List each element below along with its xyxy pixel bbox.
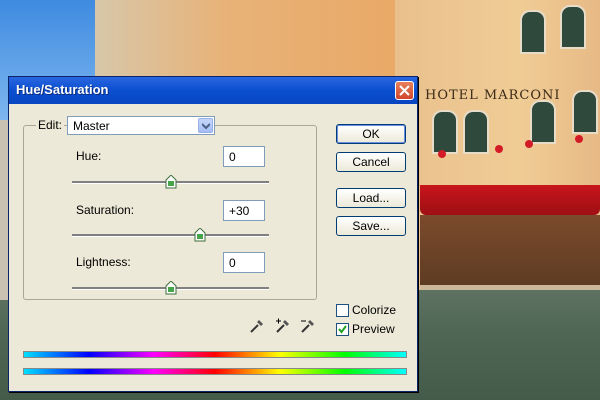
title-bar[interactable]: Hue/Saturation [9,77,417,104]
hue-saturation-dialog: Hue/Saturation Edit: Master Hue: 0 Satur… [8,76,418,392]
eyedropper-icon[interactable] [249,318,265,334]
input-color-spectrum [23,351,407,358]
checkmark-icon [338,325,347,334]
load-button[interactable]: Load... [336,188,406,208]
dropdown-arrow[interactable] [198,118,213,133]
hue-input[interactable]: 0 [223,146,265,167]
red-awning [420,185,600,215]
close-icon [399,85,410,96]
saturation-input[interactable]: +30 [223,200,265,221]
preview-checkbox[interactable] [336,323,349,336]
building-window [432,110,458,154]
chevron-down-icon [202,123,210,129]
building-window [520,10,546,54]
flower [525,140,533,148]
edit-select-value: Master [73,119,110,133]
colorize-label: Colorize [352,303,397,317]
eyedropper-minus-icon[interactable] [300,318,316,334]
lightness-value: 0 [229,256,236,270]
lightness-input[interactable]: 0 [223,252,265,273]
building-window [560,5,586,49]
hue-value: 0 [229,150,236,164]
window-title: Hue/Saturation [16,82,109,97]
flower [495,145,503,153]
preview-label: Preview [352,322,395,336]
hue-slider-thumb[interactable] [165,175,177,189]
edit-select[interactable]: Master [67,116,215,135]
flower [438,150,446,158]
building-window [572,90,598,134]
flower [575,135,583,143]
close-button[interactable] [395,81,414,100]
saturation-slider-thumb[interactable] [194,228,206,242]
terrace [420,215,600,290]
colorize-checkbox[interactable] [336,304,349,317]
saturation-value: +30 [229,204,250,218]
hue-label: Hue: [76,149,102,163]
building-window [463,110,489,154]
lightness-label: Lightness: [76,255,131,269]
lightness-slider-thumb[interactable] [165,281,177,295]
hotel-sign: HOTEL MARCONI [425,88,561,103]
save-button[interactable]: Save... [336,216,406,236]
output-color-spectrum [23,368,407,375]
cancel-button[interactable]: Cancel [336,152,406,172]
eyedropper-plus-icon[interactable] [275,318,291,334]
adjustment-group [23,125,317,300]
saturation-slider-track[interactable] [72,234,269,237]
dialog-content: Edit: Master Hue: 0 Saturation: +30 Ligh… [9,104,417,392]
saturation-label: Saturation: [76,203,135,217]
ok-button[interactable]: OK [336,124,406,144]
building-window [530,100,556,144]
edit-label: Edit: [36,118,65,132]
